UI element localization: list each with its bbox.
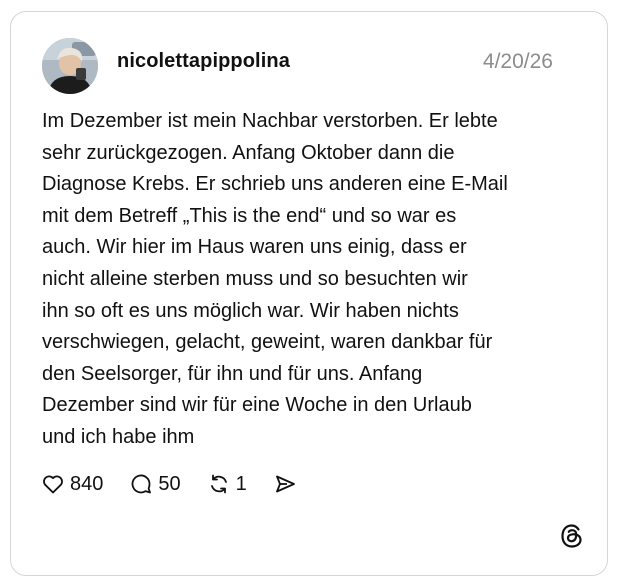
post-body-line: den Seelsorger, für ihn und für uns. Anf… — [42, 362, 423, 385]
repost-arrows-icon — [207, 472, 231, 496]
action-bar: 840 50 1 — [41, 470, 323, 498]
repost-button[interactable]: 1 — [207, 472, 247, 496]
send-icon — [273, 472, 297, 496]
avatar[interactable] — [42, 38, 98, 94]
post-body-line: mit dem Betreff „This is the end“ und so… — [42, 204, 457, 227]
post-body-line: sehr zurückgezogen. Anfang Oktober dann … — [42, 141, 455, 164]
like-count: 840 — [70, 472, 104, 495]
post-body-line: auch. Wir hier im Haus waren uns einig, … — [42, 236, 467, 259]
comment-bubble-icon — [129, 472, 153, 496]
post-body-line: Im Dezember ist mein Nachbar verstorben.… — [42, 110, 498, 132]
like-button[interactable]: 840 — [41, 472, 103, 496]
post-card: nicolettapippolina 4/20/26 Im Dezember i… — [10, 11, 608, 576]
reply-count: 50 — [158, 472, 181, 495]
post-date: 4/20/26 — [482, 50, 553, 73]
post-body-line: Dezember sind wir für eine Woche in den … — [42, 394, 472, 417]
repost-count: 1 — [235, 472, 247, 495]
post-body-line: ihn so oft es uns möglich war. Wir haben… — [42, 299, 459, 322]
post-body-line: und ich habe ihm — [42, 425, 195, 448]
username[interactable]: nicolettapippolina — [117, 50, 290, 73]
post-body: Im Dezember ist mein Nachbar verstorben.… — [42, 106, 582, 454]
threads-logo-icon — [559, 523, 585, 549]
share-button[interactable] — [273, 472, 297, 496]
reply-button[interactable]: 50 — [129, 472, 181, 496]
post-body-line: Diagnose Krebs. Er schrieb uns anderen e… — [42, 173, 508, 196]
post-body-line: nicht alleine sterben muss und so besuch… — [42, 267, 468, 290]
heart-icon — [41, 472, 65, 496]
post-body-line: verschwiegen, gelacht, geweint, waren da… — [42, 331, 493, 354]
